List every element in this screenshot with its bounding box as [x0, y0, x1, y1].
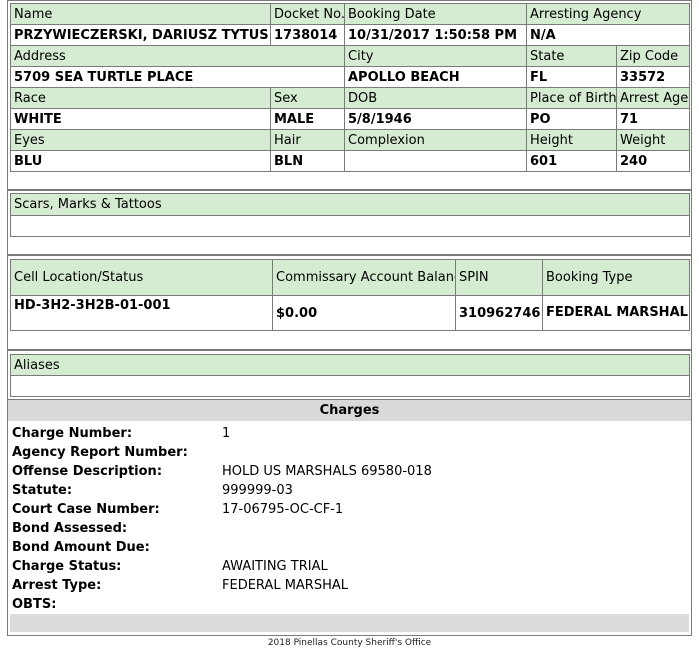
- charge-field-label: Offense Description:: [12, 464, 163, 479]
- arrest-age-value: 71: [616, 108, 690, 130]
- dob-label: DOB: [344, 87, 527, 109]
- weight-value: 240: [616, 150, 690, 172]
- state-label: State: [526, 45, 617, 67]
- sex-label: Sex: [270, 87, 345, 109]
- height-label: Height: [526, 129, 617, 151]
- scars-table: Scars, Marks & Tattoos: [10, 193, 690, 237]
- arresting-agency-label: Arresting Agency: [526, 3, 690, 25]
- address-value: 5709 SEA TURTLE PLACE: [10, 66, 345, 88]
- docket-value: 1738014: [270, 24, 345, 46]
- complexion-value: [344, 150, 527, 172]
- eyes-label: Eyes: [10, 129, 271, 151]
- charge-field-label: Court Case Number:: [12, 502, 160, 517]
- place-of-birth-value: PO: [526, 108, 617, 130]
- name-label: Name: [10, 3, 271, 25]
- charge-field-label: Charge Status:: [12, 559, 122, 574]
- place-of-birth-label: Place of Birth: [526, 87, 617, 109]
- charge-field-value: 17-06795-OC-CF-1: [222, 502, 344, 517]
- city-value: APOLLO BEACH: [344, 66, 527, 88]
- hair-value: BLN: [270, 150, 345, 172]
- eyes-value: BLU: [10, 150, 271, 172]
- booking-type-label: Booking Type: [542, 259, 690, 296]
- dob-value: 5/8/1946: [344, 108, 527, 130]
- aliases-table: Aliases: [10, 354, 690, 397]
- charge-field-value: HOLD US MARSHALS 69580-018: [222, 464, 432, 479]
- charge-field-label: Bond Amount Due:: [12, 540, 150, 555]
- docket-label: Docket No.: [270, 3, 345, 25]
- booking-info-table: Name Docket No. Booking Date Arresting A…: [10, 3, 690, 172]
- aliases-value: [10, 375, 690, 397]
- booking-date-label: Booking Date: [344, 3, 527, 25]
- charge-field-label: Agency Report Number:: [12, 445, 188, 460]
- race-value: WHITE: [10, 108, 271, 130]
- spin-value: 310962746: [455, 295, 543, 331]
- charge-field-value: 999999-03: [222, 483, 293, 498]
- charges-heading: Charges: [8, 400, 691, 421]
- spin-label: SPIN: [455, 259, 543, 296]
- commissary-value: $0.00: [272, 295, 456, 331]
- charge-field-value: AWAITING TRIAL: [222, 559, 328, 574]
- cell-location-label: Cell Location/Status: [10, 259, 273, 296]
- booking-date-value: 10/31/2017 1:50:58 PM: [344, 24, 527, 46]
- booking-type-value: FEDERAL MARSHALL: [542, 295, 690, 331]
- cell-location-table: Cell Location/Status Commissary Account …: [10, 259, 690, 331]
- charges-separator-bar: [10, 614, 689, 632]
- race-label: Race: [10, 87, 271, 109]
- hair-label: Hair: [270, 129, 345, 151]
- arresting-agency-value: N/A: [526, 24, 690, 46]
- charge-field-label: Charge Number:: [12, 426, 133, 441]
- charge-field-value: FEDERAL MARSHAL: [222, 578, 348, 593]
- charge-field-label: Arrest Type:: [12, 578, 102, 593]
- sex-value: MALE: [270, 108, 345, 130]
- charge-field-label: Statute:: [12, 483, 73, 498]
- charge-field-value: 1: [222, 426, 231, 441]
- scars-value: [10, 215, 690, 237]
- arrest-age-label: Arrest Age: [616, 87, 690, 109]
- state-value: FL: [526, 66, 617, 88]
- cell-location-value: HD-3H2-3H2B-01-001: [10, 295, 273, 331]
- charge-field-label: Bond Assessed:: [12, 521, 128, 536]
- footer-copyright: 2018 Pinellas County Sheriff's Office: [267, 638, 432, 648]
- name-value: PRZYWIECZERSKI, DARIUSZ TYTUS: [10, 24, 271, 46]
- aliases-label: Aliases: [10, 354, 690, 376]
- zip-label: Zip Code: [616, 45, 690, 67]
- zip-value: 33572: [616, 66, 690, 88]
- address-label: Address: [10, 45, 345, 67]
- complexion-label: Complexion: [344, 129, 527, 151]
- booking-detail-page: Name Docket No. Booking Date Arresting A…: [0, 0, 699, 655]
- charge-field-label: OBTS:: [12, 597, 57, 612]
- city-label: City: [344, 45, 527, 67]
- commissary-label: Commissary Account Balance: [272, 259, 456, 296]
- scars-label: Scars, Marks & Tattoos: [10, 193, 690, 216]
- weight-label: Weight: [616, 129, 690, 151]
- height-value: 601: [526, 150, 617, 172]
